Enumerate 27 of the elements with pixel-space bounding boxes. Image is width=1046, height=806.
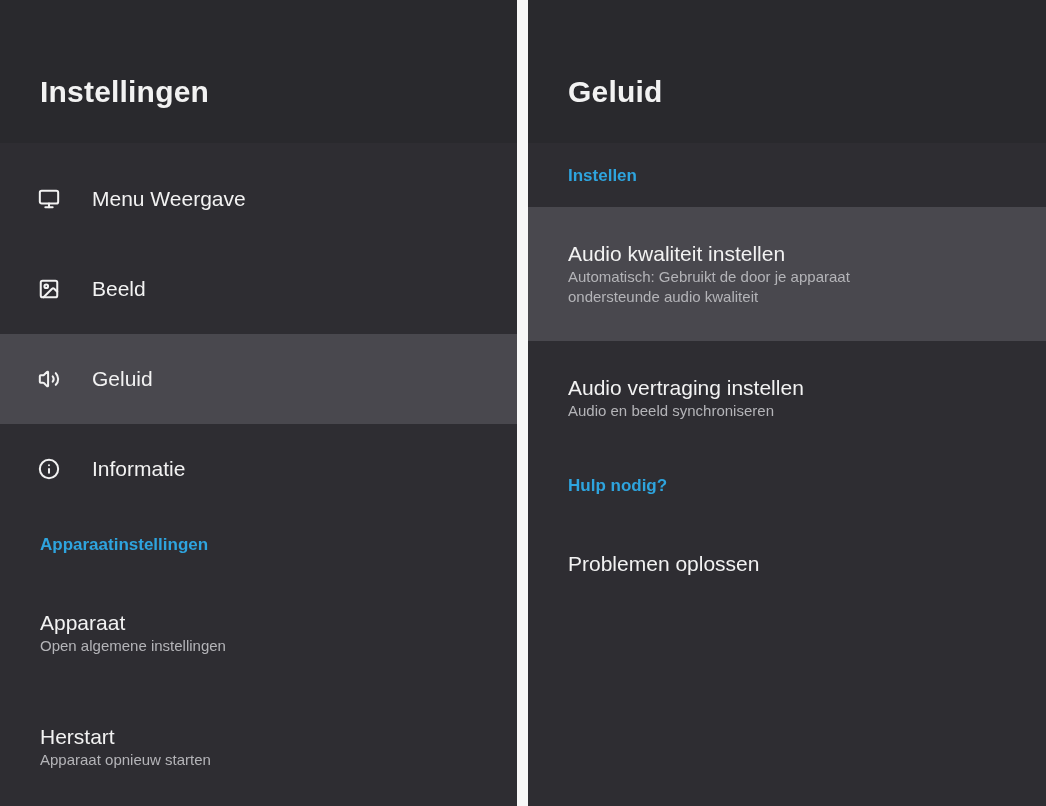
section-heading: Instellen bbox=[568, 165, 637, 188]
entry-title: Audio kwaliteit instellen bbox=[568, 241, 786, 267]
menu-item[interactable]: Geluid bbox=[0, 334, 517, 424]
entry-description: Open algemene instellingen bbox=[40, 636, 226, 656]
menu-item[interactable]: Menu Weergave bbox=[0, 154, 517, 244]
section-heading: Apparaatinstellingen bbox=[40, 534, 209, 557]
entry-description: Apparaat opnieuw starten bbox=[40, 750, 211, 770]
entry-title: Audio vertraging instellen bbox=[568, 375, 804, 401]
settings-entry[interactable]: Audio kwaliteit instellen Automatisch: Gebruikt de door je apparaat ondersteunde audio kwaliteit bbox=[528, 207, 1046, 341]
settings-entry[interactable]: Problemen oplossen bbox=[528, 517, 1046, 611]
section-heading: Hulp nodig? bbox=[568, 475, 668, 498]
menu-item[interactable]: Informatie bbox=[0, 424, 517, 514]
entry-description: Audio en beeld synchroniseren bbox=[568, 401, 774, 421]
settings-entry[interactable]: Audio vertraging instellen Audio en beeld synchroniseren bbox=[528, 341, 1046, 455]
entry-title: Apparaat bbox=[40, 610, 126, 636]
info-icon bbox=[38, 458, 60, 480]
entry-title: Herstart bbox=[40, 724, 115, 750]
menu-item[interactable]: Beeld bbox=[0, 244, 517, 334]
entry-description: Automatisch: Gebruikt de door je apparaat ondersteunde audio kwaliteit bbox=[568, 267, 851, 307]
monitor-icon bbox=[38, 188, 60, 210]
entry-title: Problemen oplossen bbox=[568, 551, 760, 577]
image-icon bbox=[38, 278, 60, 300]
speaker-icon bbox=[38, 368, 60, 390]
panel-title: Geluid bbox=[568, 74, 664, 110]
settings-entry[interactable]: Herstart Apparaat opnieuw starten bbox=[0, 690, 517, 804]
panel-title: Instellingen bbox=[40, 74, 211, 110]
settings-entry[interactable]: Apparaat Open algemene instellingen bbox=[0, 576, 517, 690]
